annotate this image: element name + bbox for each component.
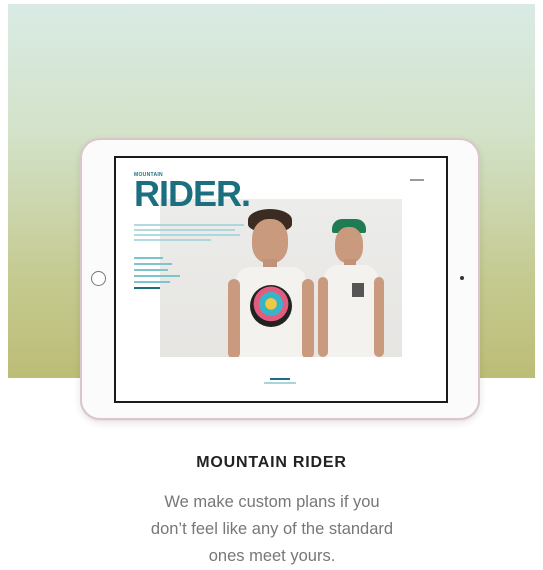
menu-icon [410,179,424,181]
hero-photo [160,199,402,357]
section-description: We make custom plans if you don’t feel l… [150,493,394,565]
brand-wordmark: MOUNTAIN RIDER. [134,172,251,214]
caption-placeholder-lines [264,378,296,386]
tablet-camera-icon [460,276,464,280]
section-title: MOUNTAIN RIDER [196,454,347,471]
brand-large-text: RIDER. [134,173,251,214]
shirt-pocket [352,283,364,297]
menu-placeholder-lines [134,257,182,293]
shirt-graphic [250,285,292,327]
model-right [318,219,388,357]
tablet-home-button-icon [91,271,106,286]
tagline-placeholder-lines [134,224,244,244]
tablet-screen: MOUNTAIN RIDER. [114,156,448,403]
tablet-mockup: MOUNTAIN RIDER. [80,138,480,420]
